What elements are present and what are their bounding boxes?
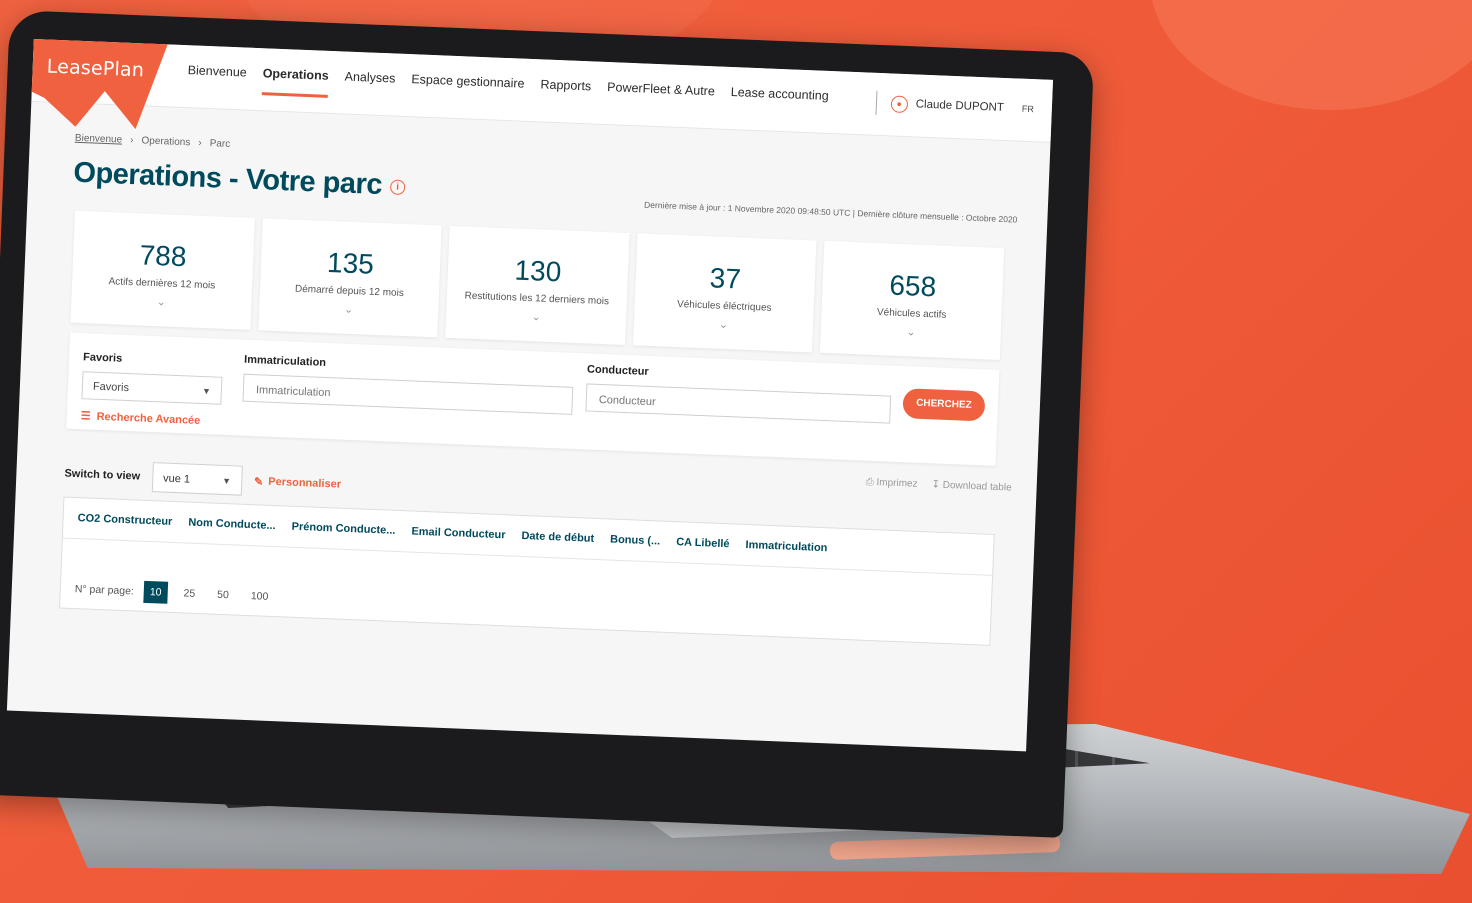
printer-icon: ⎙ <box>865 476 874 489</box>
per-page-option[interactable]: 100 <box>244 585 274 608</box>
pagination: N° par page: 10 25 50 100 <box>74 578 274 608</box>
kpi-card[interactable]: 130 Restitutions les 12 derniers mois ⌄ <box>445 225 630 345</box>
filter-sliders-icon: ☰ <box>80 410 91 423</box>
per-page-label: N° par page: <box>74 583 135 598</box>
column-header[interactable]: Immatriculation <box>745 539 827 554</box>
chevron-down-icon[interactable]: ⌄ <box>446 307 626 327</box>
view-switcher: Switch to view vue 1 ▼ ✎ Personnaliser <box>64 459 342 500</box>
breadcrumb-separator: › <box>129 134 134 147</box>
immatriculation-field[interactable] <box>242 373 574 417</box>
kpi-value: 135 <box>326 246 375 280</box>
favoris-select[interactable]: Favoris ▼ <box>81 371 223 405</box>
switch-view-label: Switch to view <box>64 467 141 483</box>
per-page-option[interactable]: 10 <box>143 580 168 604</box>
conducteur-label: Conducteur <box>586 363 649 378</box>
breadcrumb-separator: › <box>198 137 202 149</box>
page-title-text: Operations - Votre parc <box>72 156 383 202</box>
breadcrumb: Bienvenue › Operations › Parc <box>75 133 231 150</box>
nav-rapports[interactable]: Rapports <box>540 77 591 108</box>
download-icon: ↧ <box>931 479 941 491</box>
language-switch[interactable]: FR <box>1022 104 1034 114</box>
user-name[interactable]: Claude DUPONT <box>915 98 1004 114</box>
table-tools: ⎙ Imprimez ↧ Download table <box>866 477 1012 494</box>
advanced-search-link[interactable]: ☰ Recherche Avancée <box>81 409 201 427</box>
breadcrumb-bienvenue[interactable]: Bienvenue <box>75 133 123 146</box>
kpi-value: 130 <box>513 254 562 288</box>
column-header[interactable]: CA Libellé <box>676 536 730 550</box>
info-icon[interactable]: i <box>389 179 406 195</box>
kpi-value: 788 <box>139 239 188 273</box>
download-button[interactable]: ↧ Download table <box>931 479 1011 493</box>
kpi-card[interactable]: 658 Véhicules actifs ⌄ <box>820 240 1005 361</box>
breadcrumb-operations[interactable]: Operations <box>141 135 190 148</box>
kpi-card[interactable]: 135 Démarré depuis 12 mois ⌄ <box>257 218 442 338</box>
chevron-down-icon[interactable]: ⌄ <box>821 322 1001 342</box>
conducteur-input[interactable] <box>596 384 865 426</box>
main-nav: Bienvenue Operations Analyses Espace ges… <box>187 63 829 118</box>
nav-analyses[interactable]: Analyses <box>344 69 395 100</box>
column-header[interactable]: Nom Conducte... <box>188 517 276 532</box>
user-menu[interactable]: ● Claude DUPONT FR <box>875 90 1034 121</box>
kpi-value: 658 <box>888 269 937 303</box>
kpi-label: Véhicules actifs <box>876 307 947 321</box>
nav-lease-accounting[interactable]: Lease accounting <box>730 85 829 118</box>
leaseplan-logo[interactable] <box>26 39 170 130</box>
chevron-down-icon[interactable]: ⌄ <box>71 292 251 312</box>
download-label: Download table <box>942 479 1012 494</box>
per-page-option[interactable]: 25 <box>177 582 202 605</box>
favoris-label: Favoris <box>82 351 123 365</box>
breadcrumb-parc: Parc <box>209 138 231 150</box>
chevron-down-icon[interactable]: ⌄ <box>259 299 439 319</box>
column-header[interactable]: Prénom Conducte... <box>291 521 395 537</box>
kpi-label: Actifs dernières 12 mois <box>108 276 216 292</box>
kpi-label: Restitutions les 12 derniers mois <box>464 290 610 308</box>
pencil-icon: ✎ <box>253 475 264 489</box>
laptop-screen: LeasePlan Bienvenue Operations Analyses … <box>6 38 1054 752</box>
nav-operations[interactable]: Operations <box>261 66 329 98</box>
kpi-value: 37 <box>709 262 742 295</box>
nav-bienvenue[interactable]: Bienvenue <box>187 63 247 94</box>
customize-label: Personnaliser <box>268 475 342 491</box>
per-page-option[interactable]: 50 <box>211 584 236 607</box>
kpi-label: Démarré depuis 12 mois <box>294 283 405 300</box>
page-title: Operations - Votre parc i <box>73 157 406 203</box>
view-select[interactable]: vue 1 ▼ <box>151 462 243 496</box>
customize-button[interactable]: ✎ Personnaliser <box>254 475 341 491</box>
print-button[interactable]: ⎙ Imprimez <box>866 477 918 490</box>
kpi-card[interactable]: 788 Actifs dernières 12 mois ⌄ <box>70 210 255 330</box>
favoris-selected: Favoris <box>92 380 130 395</box>
advanced-search-label: Recherche Avancée <box>96 410 201 427</box>
table-header: CO2 Constructeur Nom Conducte... Prénom … <box>62 497 994 576</box>
nav-powerfleet[interactable]: PowerFleet & Autre <box>606 80 715 113</box>
background-blob <box>1150 0 1472 110</box>
nav-espace-gestionnaire[interactable]: Espace gestionnaire <box>410 72 525 106</box>
kpi-label: Véhicules éléctriques <box>676 299 772 314</box>
conducteur-field[interactable] <box>585 383 892 426</box>
column-header[interactable]: Email Conducteur <box>411 526 506 542</box>
immatriculation-label: Immatriculation <box>243 353 327 369</box>
kpi-card[interactable]: 37 Véhicules éléctriques ⌄ <box>632 233 817 353</box>
user-icon: ● <box>890 94 909 113</box>
last-update-text: Dernière mise à jour : 1 Novembre 2020 0… <box>643 199 1018 225</box>
logo-text: LeasePlan <box>46 55 145 82</box>
search-button[interactable]: CHERCHEZ <box>902 388 986 422</box>
column-header[interactable]: Bonus (... <box>610 534 661 548</box>
view-selected: vue 1 <box>162 472 191 486</box>
data-table: CO2 Constructeur Nom Conducte... Prénom … <box>59 496 995 646</box>
laptop-lid: LeasePlan Bienvenue Operations Analyses … <box>0 10 1095 838</box>
divider <box>875 90 878 115</box>
print-label: Imprimez <box>876 477 918 490</box>
chevron-down-icon: ▼ <box>221 475 232 487</box>
column-header[interactable]: CO2 Constructeur <box>77 512 172 528</box>
column-header[interactable]: Date de début <box>521 530 594 545</box>
chevron-down-icon: ▼ <box>201 386 212 397</box>
immatriculation-input[interactable] <box>253 375 545 417</box>
chevron-down-icon[interactable]: ⌄ <box>634 314 814 334</box>
app-header: LeasePlan Bienvenue Operations Analyses … <box>31 38 1054 143</box>
